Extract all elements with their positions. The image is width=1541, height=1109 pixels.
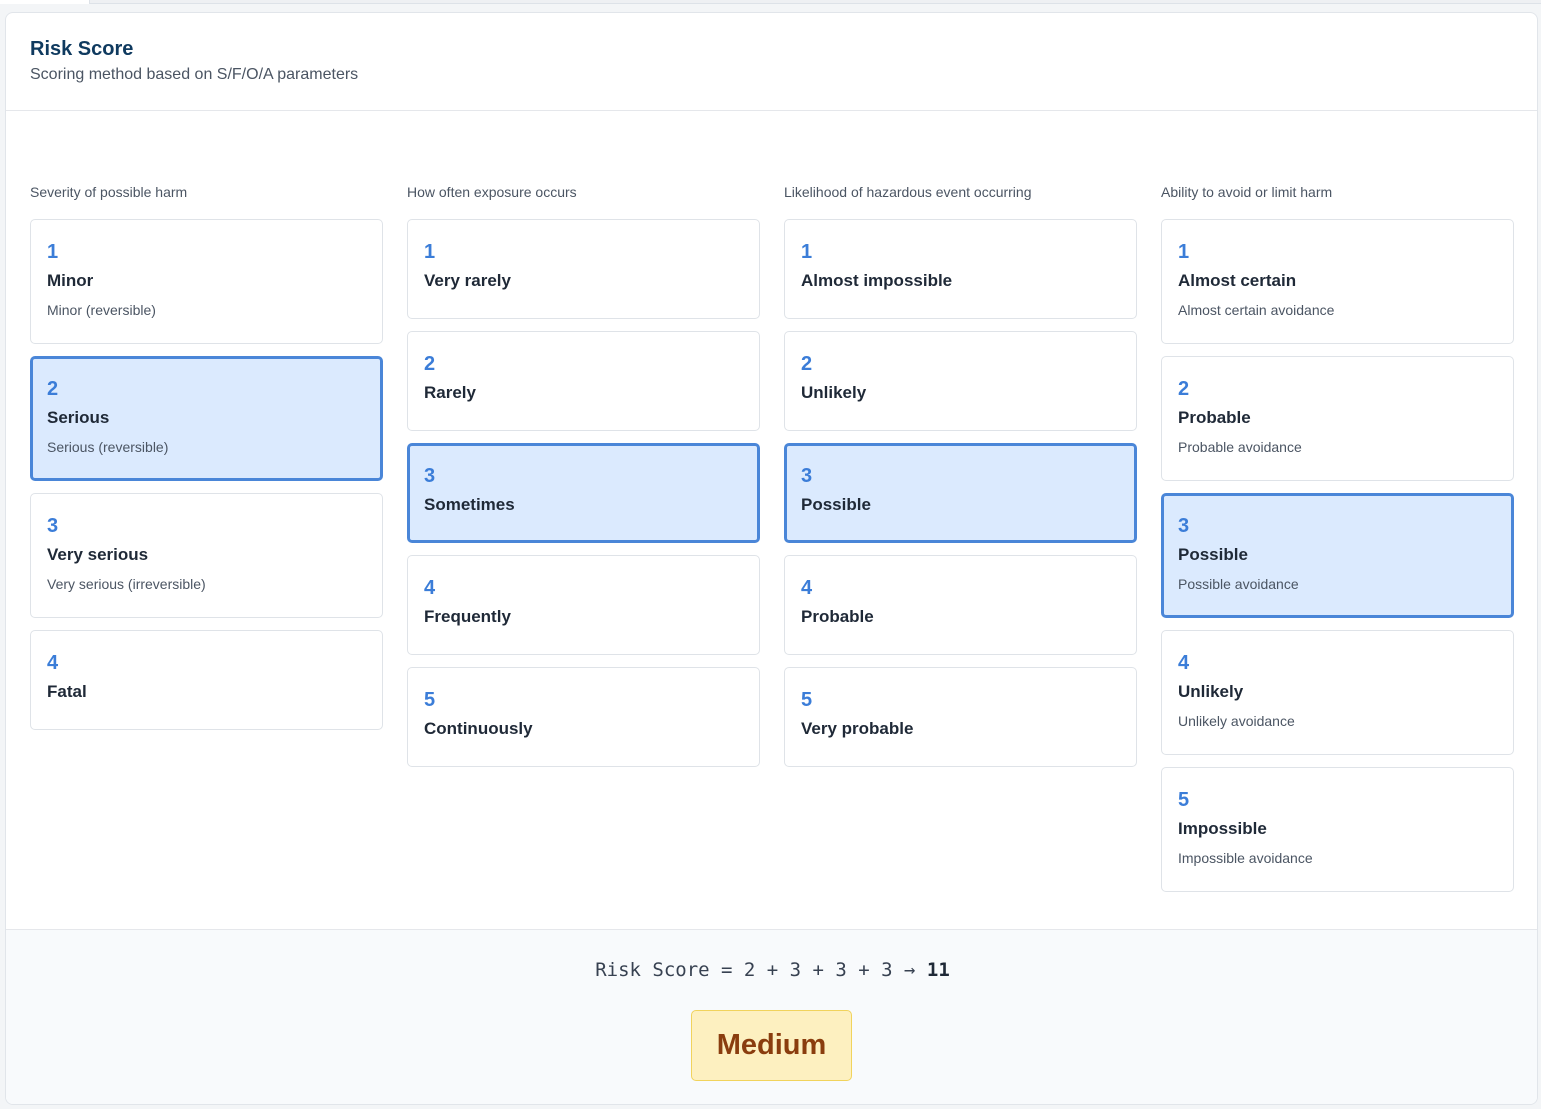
option-label: Very serious bbox=[47, 545, 149, 564]
option-label: Serious bbox=[47, 408, 110, 427]
column-label: How often exposure occurs bbox=[407, 184, 577, 200]
option-label: Almost certain bbox=[1178, 271, 1297, 290]
option-number: 3 bbox=[801, 465, 813, 487]
option-number: 4 bbox=[1178, 652, 1190, 674]
option-number: 3 bbox=[1178, 515, 1190, 537]
option-card-avoidance-2[interactable]: 2 Probable Probable avoidance bbox=[1161, 356, 1514, 481]
option-label: Almost impossible bbox=[801, 271, 953, 290]
option-number: 2 bbox=[801, 353, 813, 375]
top-tab-strip bbox=[0, 0, 1541, 4]
option-number: 2 bbox=[424, 353, 436, 375]
option-card-avoidance-5[interactable]: 5 Impossible Impossible avoidance bbox=[1161, 767, 1514, 892]
option-card-probability-5[interactable]: 5 Very probable bbox=[784, 667, 1137, 767]
risk-score-panel: Risk Score Scoring method based on S/F/O… bbox=[5, 12, 1538, 1105]
score-formula: Risk Score = 2 + 3 + 3 + 3 → 11 bbox=[6, 958, 1537, 982]
option-number: 5 bbox=[424, 689, 436, 711]
option-number: 1 bbox=[1178, 241, 1190, 263]
option-number: 3 bbox=[47, 515, 59, 537]
option-card-frequency-3[interactable]: 3 Sometimes bbox=[407, 443, 760, 543]
option-card-frequency-1[interactable]: 1 Very rarely bbox=[407, 219, 760, 319]
option-card-avoidance-4[interactable]: 4 Unlikely Unlikely avoidance bbox=[1161, 630, 1514, 755]
option-description: Possible avoidance bbox=[1178, 576, 1299, 592]
option-card-severity-4[interactable]: 4 Fatal bbox=[30, 630, 383, 730]
column-probability: Likelihood of hazardous event occurring 1… bbox=[784, 181, 1137, 779]
column-frequency: How often exposure occurs 1 Very rarely 2 Ra… bbox=[407, 181, 760, 779]
option-description: Serious (reversible) bbox=[47, 439, 169, 455]
column-avoidance: Ability to avoid or limit harm 1 Almost ce… bbox=[1161, 181, 1514, 904]
option-number: 4 bbox=[801, 577, 813, 599]
option-card-severity-1[interactable]: 1 Minor Minor (reversible) bbox=[30, 219, 383, 344]
option-description: Impossible avoidance bbox=[1178, 850, 1313, 866]
option-number: 5 bbox=[1178, 789, 1190, 811]
option-number: 1 bbox=[801, 241, 813, 263]
risk-level-badge: Medium bbox=[691, 1010, 852, 1081]
option-card-probability-1[interactable]: 1 Almost impossible bbox=[784, 219, 1137, 319]
option-card-severity-3[interactable]: 3 Very serious Very serious (irreversible) bbox=[30, 493, 383, 618]
option-number: 3 bbox=[424, 465, 436, 487]
option-label: Minor bbox=[47, 271, 94, 290]
option-card-severity-2[interactable]: 2 Serious Serious (reversible) bbox=[30, 356, 383, 481]
option-label: Very rarely bbox=[424, 271, 511, 290]
option-label: Unlikely bbox=[1178, 682, 1244, 701]
column-label: Likelihood of hazardous event occurring bbox=[784, 184, 1032, 200]
option-card-frequency-5[interactable]: 5 Continuously bbox=[407, 667, 760, 767]
option-label: Frequently bbox=[424, 607, 511, 626]
score-total: 11 bbox=[926, 959, 950, 981]
option-card-avoidance-1[interactable]: 1 Almost certain Almost certain avoidance bbox=[1161, 219, 1514, 344]
page-subtitle: Scoring method based on S/F/O/A paramete… bbox=[30, 66, 359, 83]
option-label: Unlikely bbox=[801, 383, 867, 402]
column-label: Ability to avoid or limit harm bbox=[1161, 184, 1333, 200]
option-card-probability-2[interactable]: 2 Unlikely bbox=[784, 331, 1137, 431]
option-number: 2 bbox=[1178, 378, 1190, 400]
option-number: 1 bbox=[47, 241, 59, 263]
option-description: Probable avoidance bbox=[1178, 439, 1302, 455]
option-label: Rarely bbox=[424, 383, 476, 402]
option-label: Continuously bbox=[424, 719, 533, 738]
option-card-probability-4[interactable]: 4 Probable bbox=[784, 555, 1137, 655]
option-number: 5 bbox=[801, 689, 813, 711]
option-description: Unlikely avoidance bbox=[1178, 713, 1295, 729]
option-label: Very probable bbox=[801, 719, 914, 738]
option-description: Almost certain avoidance bbox=[1178, 302, 1335, 318]
option-card-avoidance-3[interactable]: 3 Possible Possible avoidance bbox=[1161, 493, 1514, 618]
option-number: 1 bbox=[424, 241, 436, 263]
option-label: Possible bbox=[801, 495, 871, 514]
active-tab-edge[interactable] bbox=[0, 0, 90, 4]
option-label: Impossible bbox=[1178, 819, 1267, 838]
option-label: Probable bbox=[1178, 408, 1251, 427]
option-label: Sometimes bbox=[424, 495, 515, 514]
option-label: Probable bbox=[801, 607, 874, 626]
option-card-frequency-4[interactable]: 4 Frequently bbox=[407, 555, 760, 655]
panel-header: Risk Score Scoring method based on S/F/O… bbox=[6, 13, 1537, 111]
option-card-frequency-2[interactable]: 2 Rarely bbox=[407, 331, 760, 431]
column-severity: Severity of possible harm 1 Minor Minor (re… bbox=[30, 181, 383, 742]
column-label: Severity of possible harm bbox=[30, 184, 188, 200]
result-footer: Risk Score = 2 + 3 + 3 + 3 → 11 Medium bbox=[6, 929, 1537, 1104]
option-number: 4 bbox=[47, 652, 59, 674]
parameter-columns: Severity of possible harm 1 Minor Minor (re… bbox=[30, 181, 1514, 904]
option-label: Fatal bbox=[47, 682, 87, 701]
option-number: 4 bbox=[424, 577, 436, 599]
option-description: Very serious (irreversible) bbox=[47, 576, 206, 592]
formula-text: Risk Score = 2 + 3 + 3 + 3 → bbox=[595, 959, 927, 981]
option-description: Minor (reversible) bbox=[47, 302, 156, 318]
page-title: Risk Score bbox=[30, 38, 134, 60]
option-number: 2 bbox=[47, 378, 59, 400]
option-label: Possible bbox=[1178, 545, 1248, 564]
option-card-probability-3[interactable]: 3 Possible bbox=[784, 443, 1137, 543]
